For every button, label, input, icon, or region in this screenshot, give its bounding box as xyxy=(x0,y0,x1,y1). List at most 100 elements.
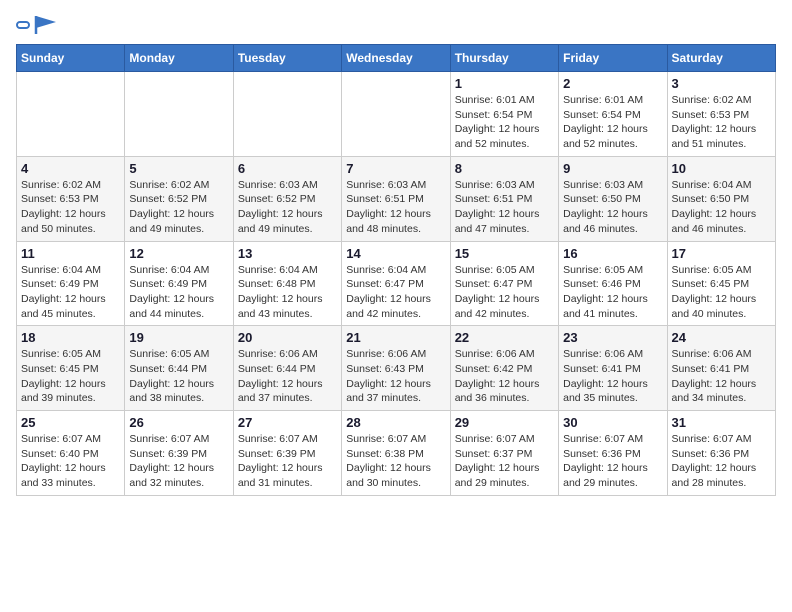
day-number: 1 xyxy=(455,76,554,91)
calendar-body: 1 Sunrise: 6:01 AM Sunset: 6:54 PM Daylig… xyxy=(17,72,776,496)
day-info: Sunrise: 6:02 AM Sunset: 6:53 PM Dayligh… xyxy=(21,178,120,237)
day-info: Sunrise: 6:03 AM Sunset: 6:52 PM Dayligh… xyxy=(238,178,337,237)
day-info: Sunrise: 6:06 AM Sunset: 6:41 PM Dayligh… xyxy=(672,347,771,406)
weekday-header-wednesday: Wednesday xyxy=(342,45,450,72)
calendar-cell: 5 Sunrise: 6:02 AM Sunset: 6:52 PM Daylig… xyxy=(125,156,233,241)
calendar-cell: 2 Sunrise: 6:01 AM Sunset: 6:54 PM Daylig… xyxy=(559,72,667,157)
calendar-cell: 10 Sunrise: 6:04 AM Sunset: 6:50 PM Dayli… xyxy=(667,156,775,241)
day-number: 30 xyxy=(563,415,662,430)
calendar-cell: 22 Sunrise: 6:06 AM Sunset: 6:42 PM Dayli… xyxy=(450,326,558,411)
calendar-cell: 13 Sunrise: 6:04 AM Sunset: 6:48 PM Dayli… xyxy=(233,241,341,326)
day-number: 27 xyxy=(238,415,337,430)
calendar-cell: 30 Sunrise: 6:07 AM Sunset: 6:36 PM Dayli… xyxy=(559,411,667,496)
day-number: 29 xyxy=(455,415,554,430)
logo-flag-icon xyxy=(34,16,56,34)
calendar-cell: 25 Sunrise: 6:07 AM Sunset: 6:40 PM Dayli… xyxy=(17,411,125,496)
day-number: 24 xyxy=(672,330,771,345)
day-info: Sunrise: 6:06 AM Sunset: 6:44 PM Dayligh… xyxy=(238,347,337,406)
day-info: Sunrise: 6:03 AM Sunset: 6:50 PM Dayligh… xyxy=(563,178,662,237)
calendar-cell xyxy=(125,72,233,157)
day-number: 18 xyxy=(21,330,120,345)
day-info: Sunrise: 6:04 AM Sunset: 6:50 PM Dayligh… xyxy=(672,178,771,237)
page-header xyxy=(16,16,776,34)
calendar-cell: 17 Sunrise: 6:05 AM Sunset: 6:45 PM Dayli… xyxy=(667,241,775,326)
day-info: Sunrise: 6:03 AM Sunset: 6:51 PM Dayligh… xyxy=(455,178,554,237)
day-number: 7 xyxy=(346,161,445,176)
day-info: Sunrise: 6:03 AM Sunset: 6:51 PM Dayligh… xyxy=(346,178,445,237)
day-info: Sunrise: 6:06 AM Sunset: 6:42 PM Dayligh… xyxy=(455,347,554,406)
day-number: 20 xyxy=(238,330,337,345)
calendar-cell: 19 Sunrise: 6:05 AM Sunset: 6:44 PM Dayli… xyxy=(125,326,233,411)
calendar-cell xyxy=(342,72,450,157)
weekday-header-monday: Monday xyxy=(125,45,233,72)
day-info: Sunrise: 6:02 AM Sunset: 6:53 PM Dayligh… xyxy=(672,93,771,152)
day-info: Sunrise: 6:05 AM Sunset: 6:45 PM Dayligh… xyxy=(672,263,771,322)
calendar-header: SundayMondayTuesdayWednesdayThursdayFrid… xyxy=(17,45,776,72)
calendar-cell: 31Sunrise: 6:07 AM Sunset: 6:36 PM Dayli… xyxy=(667,411,775,496)
calendar-cell: 8 Sunrise: 6:03 AM Sunset: 6:51 PM Daylig… xyxy=(450,156,558,241)
calendar-cell: 18Sunrise: 6:05 AM Sunset: 6:45 PM Dayli… xyxy=(17,326,125,411)
day-info: Sunrise: 6:07 AM Sunset: 6:40 PM Dayligh… xyxy=(21,432,120,491)
weekday-header-friday: Friday xyxy=(559,45,667,72)
weekday-header-sunday: Sunday xyxy=(17,45,125,72)
calendar-week-row: 1 Sunrise: 6:01 AM Sunset: 6:54 PM Daylig… xyxy=(17,72,776,157)
calendar-cell: 3 Sunrise: 6:02 AM Sunset: 6:53 PM Daylig… xyxy=(667,72,775,157)
calendar-week-row: 11 Sunrise: 6:04 AM Sunset: 6:49 PM Dayli… xyxy=(17,241,776,326)
day-number: 25 xyxy=(21,415,120,430)
weekday-header-saturday: Saturday xyxy=(667,45,775,72)
day-info: Sunrise: 6:07 AM Sunset: 6:39 PM Dayligh… xyxy=(129,432,228,491)
weekday-header-row: SundayMondayTuesdayWednesdayThursdayFrid… xyxy=(17,45,776,72)
calendar-cell: 16Sunrise: 6:05 AM Sunset: 6:46 PM Dayli… xyxy=(559,241,667,326)
day-info: Sunrise: 6:01 AM Sunset: 6:54 PM Dayligh… xyxy=(563,93,662,152)
weekday-header-thursday: Thursday xyxy=(450,45,558,72)
day-info: Sunrise: 6:07 AM Sunset: 6:36 PM Dayligh… xyxy=(563,432,662,491)
logo xyxy=(16,16,56,34)
calendar-cell: 1 Sunrise: 6:01 AM Sunset: 6:54 PM Daylig… xyxy=(450,72,558,157)
day-info: Sunrise: 6:04 AM Sunset: 6:47 PM Dayligh… xyxy=(346,263,445,322)
calendar-cell: 4Sunrise: 6:02 AM Sunset: 6:53 PM Daylig… xyxy=(17,156,125,241)
calendar-cell xyxy=(17,72,125,157)
day-number: 14 xyxy=(346,246,445,261)
day-number: 13 xyxy=(238,246,337,261)
calendar-week-row: 4Sunrise: 6:02 AM Sunset: 6:53 PM Daylig… xyxy=(17,156,776,241)
day-number: 11 xyxy=(21,246,120,261)
day-number: 17 xyxy=(672,246,771,261)
day-number: 22 xyxy=(455,330,554,345)
day-number: 19 xyxy=(129,330,228,345)
logo-box xyxy=(16,21,30,29)
day-info: Sunrise: 6:05 AM Sunset: 6:44 PM Dayligh… xyxy=(129,347,228,406)
day-number: 31 xyxy=(672,415,771,430)
day-info: Sunrise: 6:07 AM Sunset: 6:37 PM Dayligh… xyxy=(455,432,554,491)
calendar-cell xyxy=(233,72,341,157)
calendar-cell: 28 Sunrise: 6:07 AM Sunset: 6:38 PM Dayli… xyxy=(342,411,450,496)
calendar-week-row: 18Sunrise: 6:05 AM Sunset: 6:45 PM Dayli… xyxy=(17,326,776,411)
calendar-cell: 26Sunrise: 6:07 AM Sunset: 6:39 PM Dayli… xyxy=(125,411,233,496)
day-number: 6 xyxy=(238,161,337,176)
day-info: Sunrise: 6:04 AM Sunset: 6:49 PM Dayligh… xyxy=(129,263,228,322)
day-number: 28 xyxy=(346,415,445,430)
day-info: Sunrise: 6:07 AM Sunset: 6:38 PM Dayligh… xyxy=(346,432,445,491)
day-info: Sunrise: 6:04 AM Sunset: 6:48 PM Dayligh… xyxy=(238,263,337,322)
weekday-header-tuesday: Tuesday xyxy=(233,45,341,72)
day-number: 5 xyxy=(129,161,228,176)
calendar-cell: 21Sunrise: 6:06 AM Sunset: 6:43 PM Dayli… xyxy=(342,326,450,411)
day-number: 21 xyxy=(346,330,445,345)
day-info: Sunrise: 6:01 AM Sunset: 6:54 PM Dayligh… xyxy=(455,93,554,152)
calendar-cell: 15 Sunrise: 6:05 AM Sunset: 6:47 PM Dayli… xyxy=(450,241,558,326)
calendar-cell: 6 Sunrise: 6:03 AM Sunset: 6:52 PM Daylig… xyxy=(233,156,341,241)
day-number: 2 xyxy=(563,76,662,91)
day-number: 8 xyxy=(455,161,554,176)
day-info: Sunrise: 6:02 AM Sunset: 6:52 PM Dayligh… xyxy=(129,178,228,237)
day-number: 23 xyxy=(563,330,662,345)
day-number: 3 xyxy=(672,76,771,91)
day-number: 15 xyxy=(455,246,554,261)
calendar-cell: 23 Sunrise: 6:06 AM Sunset: 6:41 PM Dayli… xyxy=(559,326,667,411)
day-info: Sunrise: 6:06 AM Sunset: 6:41 PM Dayligh… xyxy=(563,347,662,406)
calendar-cell: 27Sunrise: 6:07 AM Sunset: 6:39 PM Dayli… xyxy=(233,411,341,496)
day-info: Sunrise: 6:05 AM Sunset: 6:47 PM Dayligh… xyxy=(455,263,554,322)
calendar-cell: 7 Sunrise: 6:03 AM Sunset: 6:51 PM Daylig… xyxy=(342,156,450,241)
day-info: Sunrise: 6:05 AM Sunset: 6:46 PM Dayligh… xyxy=(563,263,662,322)
day-number: 10 xyxy=(672,161,771,176)
calendar-table: SundayMondayTuesdayWednesdayThursdayFrid… xyxy=(16,44,776,496)
calendar-cell: 11Sunrise: 6:04 AM Sunset: 6:49 PM Dayli… xyxy=(17,241,125,326)
